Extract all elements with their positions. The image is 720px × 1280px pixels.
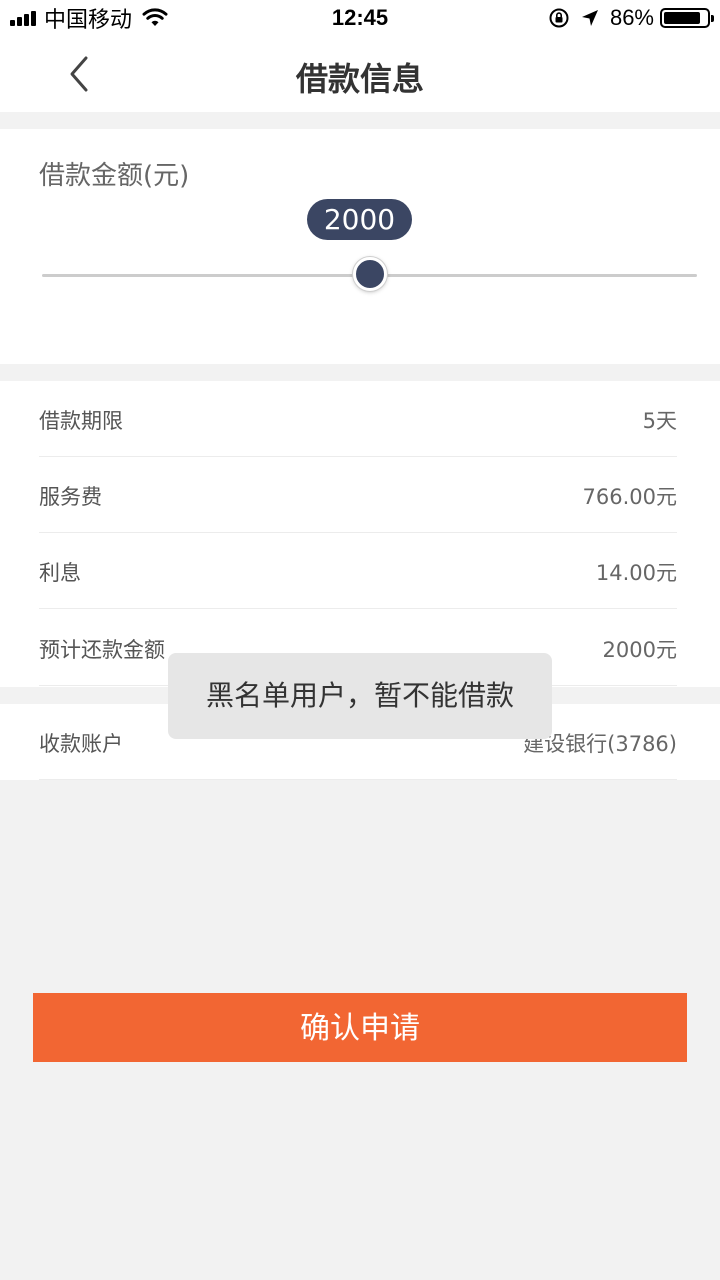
battery-icon bbox=[660, 8, 714, 28]
status-right: 86% bbox=[548, 5, 714, 30]
confirm-apply-button[interactable]: 确认申请 bbox=[33, 993, 687, 1062]
toast-message: 黑名单用户，暂不能借款 bbox=[168, 653, 552, 739]
detail-row-term: 借款期限 5天 bbox=[39, 381, 677, 457]
account-label: 收款账户 bbox=[39, 732, 123, 756]
battery-tip bbox=[711, 15, 714, 22]
detail-row-service-fee: 服务费 766.00元 bbox=[39, 457, 677, 533]
loan-details-card: 借款期限 5天 服务费 766.00元 利息 14.00元 预计还款金额 200… bbox=[0, 381, 720, 687]
battery-percent: 86% bbox=[609, 5, 654, 30]
status-bar: 中国移动 12:45 86% bbox=[0, 0, 720, 36]
loan-amount-section: 借款金额(元) 2000 bbox=[0, 129, 720, 364]
slider-value-bubble: 2000 bbox=[307, 199, 412, 240]
loan-amount-label: 借款金额(元) bbox=[39, 161, 190, 191]
rotation-lock-icon bbox=[549, 8, 569, 28]
location-arrow-icon bbox=[581, 10, 598, 26]
detail-label: 利息 bbox=[39, 561, 81, 585]
detail-value: 14.00元 bbox=[595, 561, 677, 585]
page-title: 借款信息 bbox=[295, 60, 424, 98]
nav-bar: 借款信息 bbox=[0, 36, 720, 112]
amount-slider-thumb[interactable] bbox=[353, 257, 387, 291]
detail-value: 766.00元 bbox=[582, 485, 677, 509]
detail-value: 5天 bbox=[642, 409, 677, 433]
detail-label: 借款期限 bbox=[39, 409, 123, 433]
battery-level-fill bbox=[664, 12, 700, 24]
detail-label: 服务费 bbox=[39, 485, 102, 509]
detail-label: 预计还款金额 bbox=[39, 638, 165, 662]
detail-value: 2000元 bbox=[602, 638, 677, 662]
detail-row-interest: 利息 14.00元 bbox=[39, 533, 677, 609]
